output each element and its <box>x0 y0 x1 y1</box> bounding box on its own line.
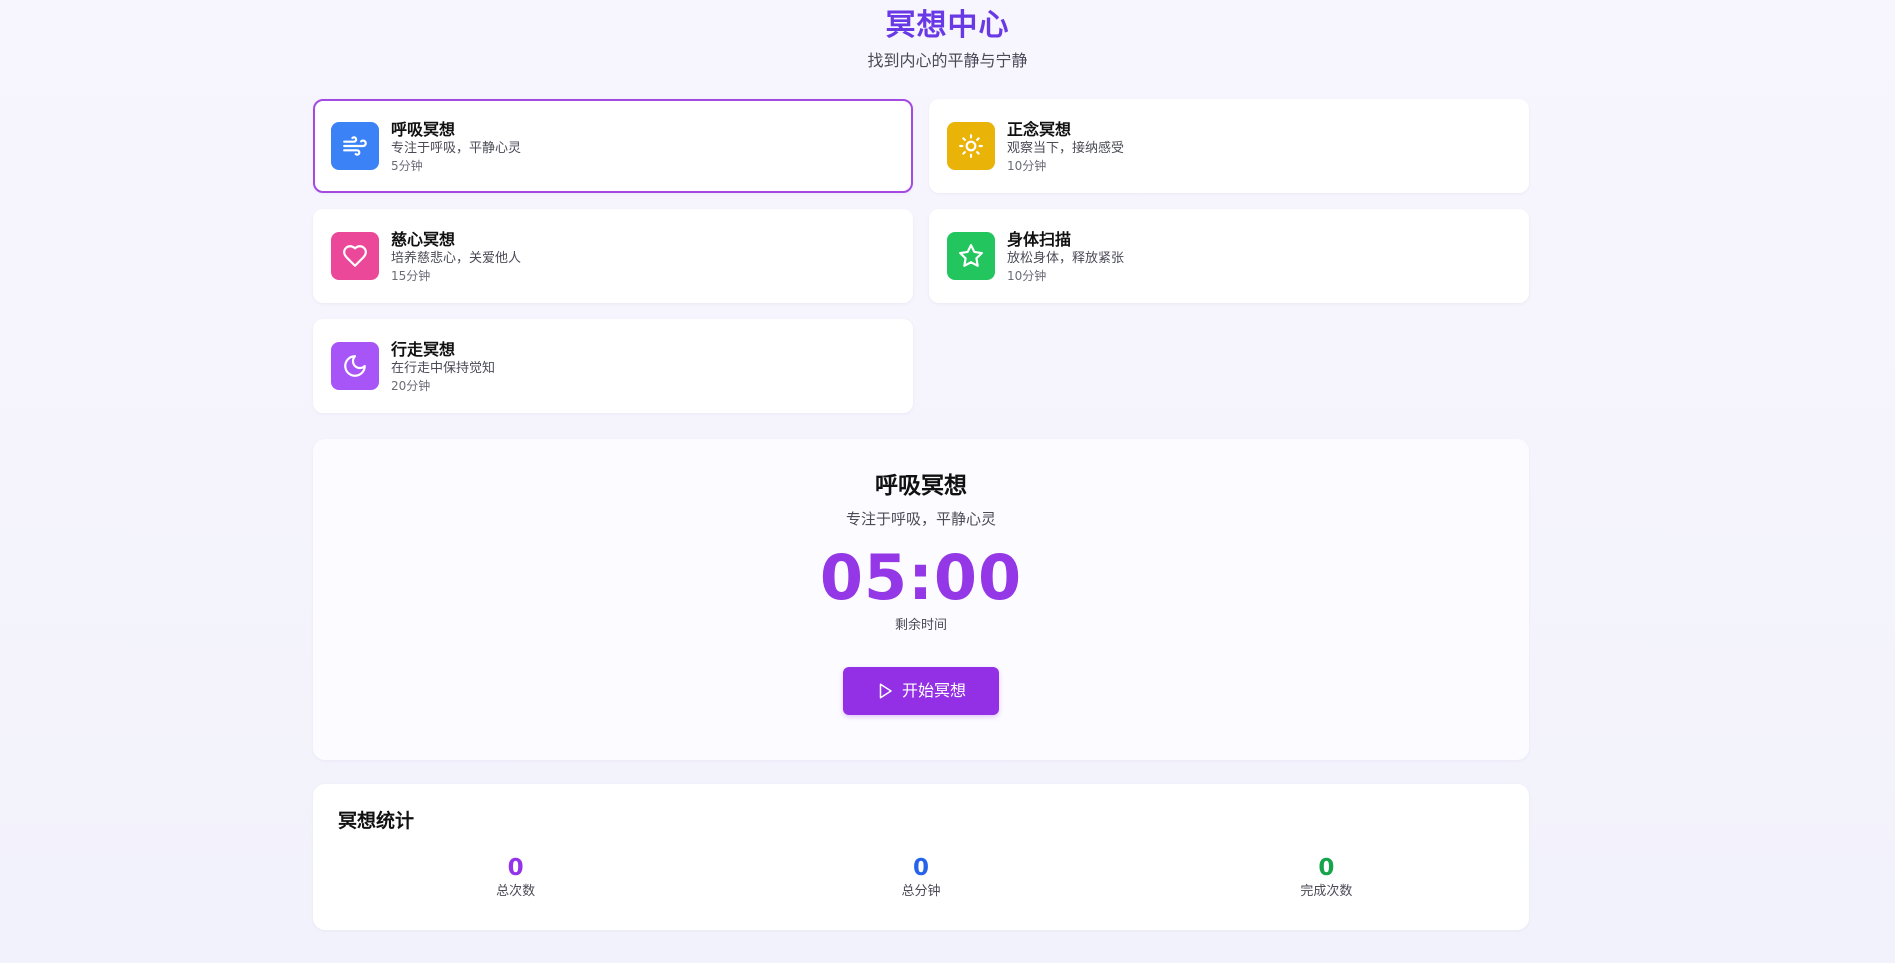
stat-label: 总次数 <box>496 884 536 899</box>
timer-title: 呼吸冥想 <box>875 473 967 499</box>
stats-title: 冥想统计 <box>338 810 415 832</box>
page-subtitle: 找到内心的平静与宁静 <box>867 51 1028 70</box>
star-icon <box>959 244 983 267</box>
card-title: 呼吸冥想 <box>391 119 456 139</box>
meditation-list: 呼吸冥想 专注于呼吸，平静心灵 5分钟 正念冥想 观察当下，接纳感受 10分钟 <box>313 99 1529 413</box>
card-icon-box <box>331 232 379 280</box>
page-header: 冥想中心 找到内心的平静与宁静 <box>0 6 1895 72</box>
stat-label: 总分钟 <box>901 884 941 899</box>
card-duration: 15分钟 <box>391 268 431 283</box>
stat-value: 0 <box>912 855 929 881</box>
timer-caption: 剩余时间 <box>894 618 947 633</box>
meditation-card-breathing[interactable]: 呼吸冥想 专注于呼吸，平静心灵 5分钟 <box>313 99 913 193</box>
play-icon <box>879 683 892 699</box>
card-duration: 5分钟 <box>391 158 423 173</box>
heart-icon <box>343 245 367 267</box>
stats-row: 0 总次数 0 总分钟 0 完成次数 <box>313 853 1529 901</box>
card-description: 培养慈悲心，关爱他人 <box>391 250 522 266</box>
card-icon-box <box>947 122 995 170</box>
timer-panel: 呼吸冥想 专注于呼吸，平静心灵 05:00 剩余时间 开始冥想 <box>313 439 1529 760</box>
stat-completed-sessions: 0 完成次数 <box>1124 853 1529 901</box>
card-description: 在行走中保持觉知 <box>391 360 496 376</box>
page-title: 冥想中心 <box>885 8 1010 43</box>
card-description: 放松身体，释放紧张 <box>1007 250 1125 266</box>
card-title: 慈心冥想 <box>391 229 456 249</box>
card-description: 观察当下，接纳感受 <box>1007 140 1125 156</box>
meditation-card-walking[interactable]: 行走冥想 在行走中保持觉知 20分钟 <box>313 319 913 413</box>
card-title: 行走冥想 <box>391 339 456 359</box>
card-icon-box <box>331 342 379 390</box>
card-title: 正念冥想 <box>1007 119 1072 139</box>
wind-icon <box>343 136 367 156</box>
stat-value: 0 <box>1318 855 1335 881</box>
meditation-card-mindfulness[interactable]: 正念冥想 观察当下，接纳感受 10分钟 <box>929 99 1529 193</box>
timer-countdown: 05:00 <box>819 541 1023 614</box>
meditation-card-body-scan[interactable]: 身体扫描 放松身体，释放紧张 10分钟 <box>929 209 1529 303</box>
card-title: 身体扫描 <box>1007 229 1072 249</box>
stat-label: 完成次数 <box>1300 884 1353 899</box>
stat-total-sessions: 0 总次数 <box>313 853 718 901</box>
card-duration: 10分钟 <box>1007 268 1047 283</box>
start-button-label: 开始冥想 <box>901 681 966 700</box>
moon-icon <box>344 355 366 377</box>
stat-total-minutes: 0 总分钟 <box>718 853 1123 901</box>
stats-panel: 冥想统计 0 总次数 0 总分钟 0 完成次数 <box>313 784 1529 930</box>
card-icon-box <box>331 122 379 170</box>
card-icon-box <box>947 232 995 280</box>
card-duration: 20分钟 <box>391 378 431 393</box>
meditation-card-loving-kindness[interactable]: 慈心冥想 培养慈悲心，关爱他人 15分钟 <box>313 209 913 303</box>
stat-value: 0 <box>507 855 524 881</box>
timer-description: 专注于呼吸，平静心灵 <box>845 510 996 528</box>
card-duration: 10分钟 <box>1007 158 1047 173</box>
start-meditation-button[interactable]: 开始冥想 <box>843 667 999 715</box>
card-description: 专注于呼吸，平静心灵 <box>391 140 522 156</box>
sun-icon <box>959 134 983 158</box>
